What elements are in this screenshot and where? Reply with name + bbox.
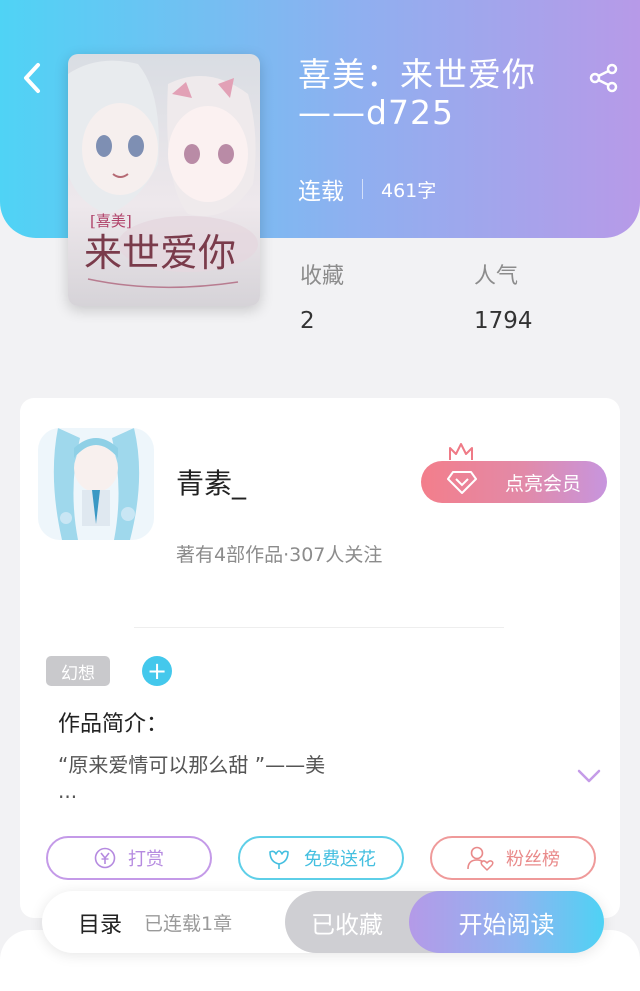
expand-intro-button[interactable] bbox=[576, 766, 602, 786]
send-flower-label: 免费送花 bbox=[304, 849, 376, 870]
start-reading-label: 开始阅读 bbox=[458, 910, 555, 939]
book-cover[interactable]: [喜美] 来世爱你 bbox=[68, 54, 260, 306]
crown-icon bbox=[449, 443, 473, 460]
serial-status: 连载 bbox=[298, 179, 344, 205]
favorites-label: 收藏 bbox=[300, 264, 345, 289]
fans-ranking-label: 粉丝榜 bbox=[506, 849, 560, 870]
book-title: 喜美：来世爱你——d725 bbox=[298, 55, 536, 132]
cover-tag-text: [喜美] bbox=[90, 212, 132, 230]
favorites-stat: 收藏 2 bbox=[300, 258, 344, 334]
yen-coin-icon bbox=[94, 847, 116, 869]
intro-text-line: “原来爱情可以那么甜 ”——美 bbox=[58, 753, 326, 777]
intro-ellipsis: ... bbox=[58, 779, 78, 803]
chapter-count: 已连载1章 bbox=[144, 913, 233, 935]
vip-button[interactable]: 点亮会员 bbox=[421, 461, 607, 503]
book-detail-card: 青素_ 著有4部作品·307人关注 点亮会员 幻想 + 作品简介： “原来爱情可… bbox=[20, 398, 620, 918]
popularity-stat: 人气 1794 bbox=[474, 258, 533, 334]
back-button[interactable] bbox=[14, 58, 50, 98]
popularity-label: 人气 bbox=[474, 264, 519, 289]
reward-label: 打赏 bbox=[128, 849, 164, 870]
vip-button-label: 点亮会员 bbox=[504, 472, 581, 495]
chevron-down-icon bbox=[577, 769, 601, 783]
diamond-icon bbox=[447, 471, 477, 494]
collected-label: 已收藏 bbox=[311, 910, 383, 939]
avatar-image bbox=[38, 428, 154, 540]
reward-button[interactable]: 打赏 bbox=[46, 836, 212, 880]
share-icon bbox=[589, 63, 618, 93]
start-reading-button[interactable]: 开始阅读 bbox=[409, 891, 604, 953]
fans-ranking-button[interactable]: 粉丝榜 bbox=[430, 836, 596, 880]
author-meta: 著有4部作品·307人关注 bbox=[176, 544, 383, 566]
favorites-value: 2 bbox=[300, 308, 315, 334]
share-button[interactable] bbox=[586, 60, 622, 96]
plus-icon: + bbox=[146, 657, 168, 685]
add-tag-button[interactable]: + bbox=[142, 656, 172, 686]
book-status-row: 连载 461字 bbox=[298, 172, 436, 206]
section-divider bbox=[134, 627, 504, 628]
toc-button[interactable]: 目录 bbox=[78, 907, 122, 939]
intro-text: “原来爱情可以那么甜 ”——美 ... bbox=[58, 752, 538, 804]
popularity-value: 1794 bbox=[474, 308, 533, 334]
bottom-action-bar: 目录 已连载1章 已收藏 开始阅读 bbox=[42, 891, 604, 953]
send-flower-button[interactable]: 免费送花 bbox=[238, 836, 404, 880]
cover-title-text: 来世爱你 bbox=[84, 231, 236, 275]
chevron-left-icon bbox=[24, 63, 40, 93]
author-name[interactable]: 青素_ bbox=[176, 462, 246, 502]
genre-tag[interactable]: 幻想 bbox=[46, 656, 110, 686]
user-heart-icon bbox=[467, 846, 494, 871]
author-avatar[interactable] bbox=[38, 428, 154, 540]
word-count: 461字 bbox=[381, 179, 437, 202]
intro-heading: 作品简介： bbox=[58, 712, 169, 737]
flower-icon bbox=[269, 850, 289, 869]
book-cover-art: [喜美] 来世爱你 bbox=[68, 54, 260, 306]
status-divider bbox=[362, 179, 363, 199]
